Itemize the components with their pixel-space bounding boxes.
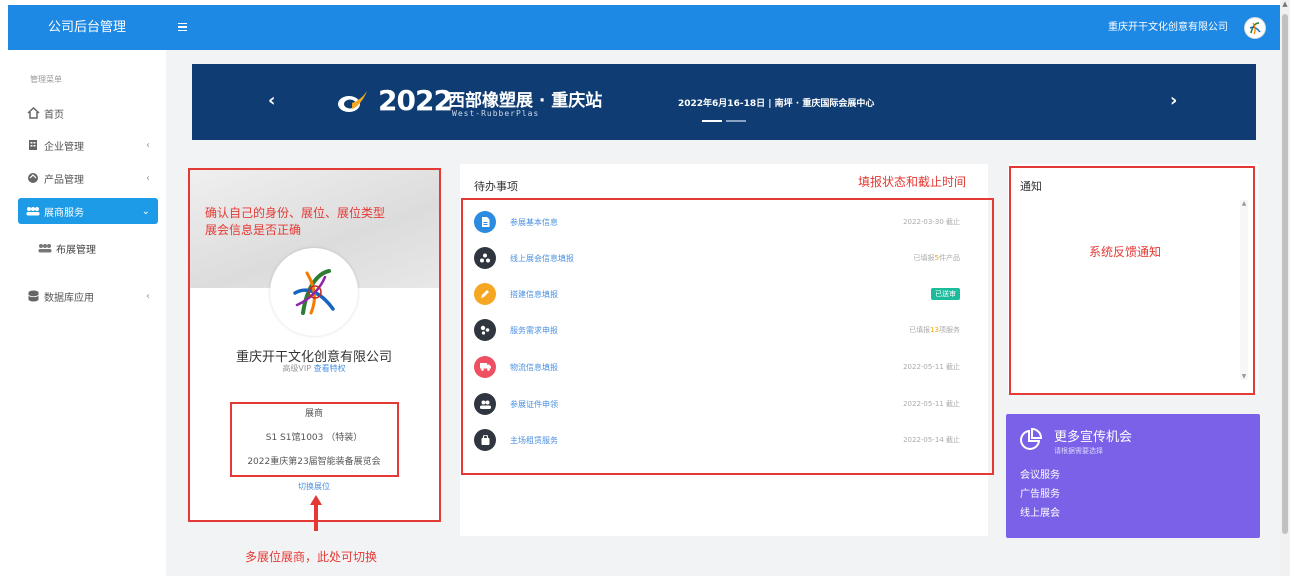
page-scrollbar[interactable]: ▲ [1280, 0, 1290, 576]
annotation-profile-line2: 展会信息是否正确 [205, 223, 302, 237]
chevron-down-icon: ⌄ [141, 205, 150, 217]
todo-item-status: 2022-05-14 截止 [903, 436, 960, 444]
sidebar: 管理菜单 首页 企业管理 ‹ 产品管理 ‹ 展商服务 ⌄ 布展管理 数据库应用 … [8, 50, 166, 576]
notice-scrollbar[interactable]: ▲ ▼ [1240, 200, 1248, 380]
scroll-down-icon[interactable]: ▼ [1240, 373, 1248, 380]
sidebar-item-enterprise[interactable]: 企业管理 ‹ [18, 132, 158, 158]
expo-banner[interactable]: ‹ 2022 西部橡塑展 · 重庆站 West-RubberPlas 2022年… [192, 64, 1256, 140]
vip-level: 高级VIP 查看特权 [282, 364, 346, 373]
menu-heading: 管理菜单 [30, 75, 62, 84]
banner-expo-english-name: West-RubberPlas [452, 109, 540, 118]
sidebar-item-label: 数据库应用 [44, 292, 94, 304]
scroll-up-icon[interactable]: ▲ [1280, 0, 1290, 8]
booth-role: 展商 [304, 409, 323, 419]
todo-item-status: 2022-03-30 截止 [903, 218, 960, 226]
promo-link-online-expo[interactable]: 线上展会 [1020, 504, 1060, 519]
promo-link-conference[interactable]: 会议服务 [1020, 466, 1060, 481]
company-logo-icon [293, 269, 335, 315]
todo-item-basic-info[interactable]: 参展基本信息 2022-03-30 截止 [474, 210, 974, 234]
banner-date-place: 2022年6月16-18日 | 南坪 · 重庆国际会展中心 [678, 99, 875, 109]
banner-year: 2022 [378, 84, 453, 117]
todo-item-label: 参展证件申领 [510, 399, 558, 409]
header-company-name[interactable]: 重庆开干文化创意有限公司 [1108, 5, 1228, 50]
todo-item-label: 服务需求申报 [510, 325, 558, 335]
todo-item-status: 已填报5件产品 [913, 254, 960, 262]
banner-next-arrow-icon[interactable]: › [1170, 90, 1177, 111]
product-icon [26, 171, 40, 185]
sidebar-item-label: 展商服务 [44, 207, 84, 219]
todo-item-badge-application[interactable]: 参展证件申领 2022-05-11 截止 [474, 392, 974, 416]
app-title[interactable]: 公司后台管理 [8, 5, 166, 50]
todo-item-online-expo[interactable]: 线上展会信息填报 已填报5件产品 [474, 246, 974, 270]
status-badge: 已送审 [931, 288, 960, 300]
sidebar-item-home[interactable]: 首页 [18, 100, 158, 126]
sidebar-item-booth-management[interactable]: 布展管理 [30, 235, 158, 261]
truck-icon [474, 356, 496, 378]
todo-item-status: 已填报13项服务 [909, 326, 960, 334]
sidebar-item-label: 布展管理 [56, 244, 96, 256]
banner-prev-arrow-icon[interactable]: ‹ [268, 90, 275, 111]
notice-title: 通知 [1020, 180, 1042, 193]
pie-chart-icon [1020, 428, 1042, 450]
annotation-todo: 填报状态和截止时间 [858, 175, 967, 189]
chevron-left-icon: ‹ [146, 172, 150, 184]
sidebar-item-products[interactable]: 产品管理 ‹ [18, 165, 158, 191]
top-bar: 公司后台管理 重庆开干文化创意有限公司 [8, 5, 1280, 50]
avatar[interactable] [1244, 17, 1266, 39]
scrollbar-thumb[interactable] [1282, 14, 1288, 534]
todo-item-rental[interactable]: 主场租赁服务 2022-05-14 截止 [474, 428, 974, 452]
booth-expo-name: 2022重庆第23届智能装备展览会 [247, 457, 381, 467]
promo-subtitle: 请根据需要选择 [1054, 447, 1103, 455]
view-privileges-link[interactable]: 查看特权 [314, 364, 346, 373]
company-logo [270, 248, 358, 336]
database-icon [26, 289, 40, 303]
sidebar-item-database[interactable]: 数据库应用 ‹ [18, 283, 158, 309]
todo-item-label: 线上展会信息填报 [510, 253, 574, 263]
network-icon [474, 247, 496, 269]
chevron-left-icon: ‹ [146, 139, 150, 151]
todo-item-status: 2022-05-11 截止 [903, 400, 960, 408]
pencil-icon [474, 283, 496, 305]
promo-link-advertising[interactable]: 广告服务 [1020, 485, 1060, 500]
home-icon [26, 106, 40, 120]
annotation-notice: 系统反馈通知 [1089, 245, 1162, 259]
annotation-arrow-icon [310, 495, 322, 531]
todo-item-label: 物流信息填报 [510, 362, 558, 372]
exhibitor-icon [38, 241, 52, 255]
service-icon [474, 319, 496, 341]
annotation-switch: 多展位展商，此处可切换 [245, 550, 378, 564]
todo-title: 待办事项 [474, 180, 518, 193]
banner-expo-name: 西部橡塑展 · 重庆站 [448, 91, 603, 111]
promotion-card: 更多宣传机会 请根据需要选择 会议服务 广告服务 线上展会 [1006, 414, 1260, 538]
todo-card: 待办事项 参展基本信息 2022-03-30 截止 线上展会信息填报 已填报5件… [460, 164, 988, 536]
sidebar-item-label: 产品管理 [44, 174, 84, 186]
menu-toggle-icon[interactable] [178, 18, 188, 36]
exhibitor-icon [26, 204, 40, 218]
bag-icon [474, 429, 496, 451]
todo-item-label: 主场租赁服务 [510, 435, 558, 445]
sidebar-item-label: 首页 [44, 109, 64, 121]
sidebar-item-exhibitor-services[interactable]: 展商服务 ⌄ [18, 198, 158, 224]
sidebar-item-label: 企业管理 [44, 141, 84, 153]
notice-card: 通知 ▲ ▼ [1008, 164, 1258, 394]
promo-title: 更多宣传机会 [1054, 430, 1133, 445]
todo-item-service-request[interactable]: 服务需求申报 已填报13项服务 [474, 318, 974, 342]
todo-item-logistics[interactable]: 物流信息填报 2022-05-11 截止 [474, 355, 974, 379]
booth-number: S1 S1馆1003 （特装） [265, 433, 363, 443]
annotation-profile-line1: 确认自己的身份、展位、展位类型 [205, 206, 386, 220]
switch-booth-link[interactable]: 切换展位 [188, 481, 440, 492]
users-icon [474, 393, 496, 415]
todo-item-label: 参展基本信息 [510, 217, 558, 227]
banner-indicator[interactable] [702, 120, 746, 122]
todo-item-label: 搭建信息填报 [510, 289, 558, 299]
todo-item-status: 2022-05-11 截止 [903, 363, 960, 371]
expo-logo-icon [338, 91, 367, 112]
company-logo-icon [1249, 22, 1261, 35]
scroll-up-icon[interactable]: ▲ [1240, 200, 1248, 207]
chevron-left-icon: ‹ [146, 290, 150, 302]
building-icon [26, 138, 40, 152]
document-icon [474, 211, 496, 233]
todo-item-construction[interactable]: 搭建信息填报 已送审 [474, 282, 974, 306]
